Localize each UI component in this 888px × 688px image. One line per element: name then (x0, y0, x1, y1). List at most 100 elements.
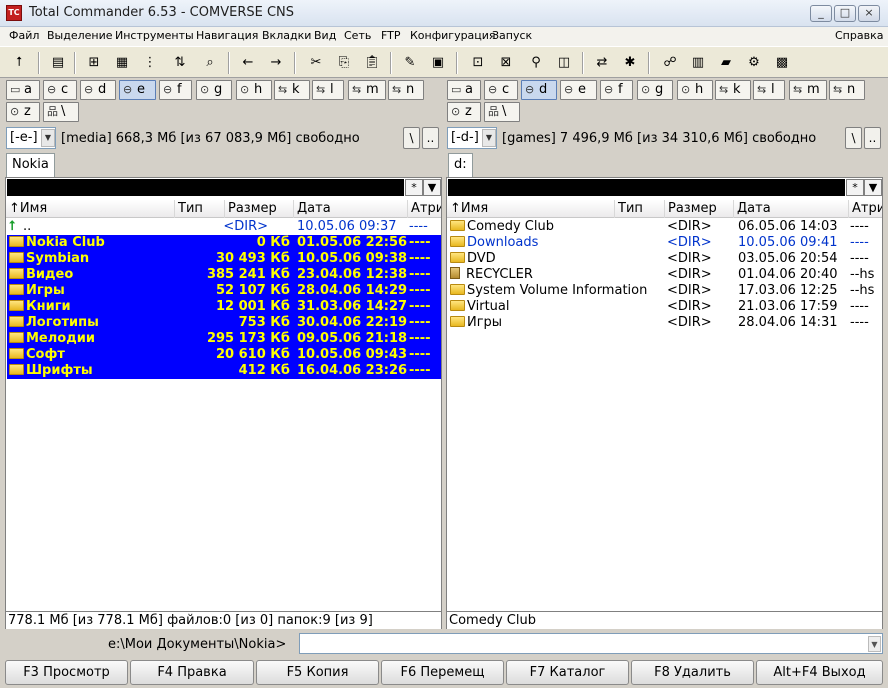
menu-help[interactable]: Справка (835, 29, 883, 42)
left-quick-filter[interactable] (7, 179, 404, 196)
pack-icon[interactable]: ⊡ (468, 53, 488, 73)
compare-icon[interactable]: ◫ (554, 53, 574, 73)
archive-icon[interactable]: ▣ (428, 53, 448, 73)
app-icon[interactable]: TC (6, 5, 22, 21)
tab-left-nokia[interactable]: Nokia (6, 153, 55, 177)
right-up-button[interactable]: .. (864, 127, 881, 149)
menu-start[interactable]: Запуск (492, 29, 532, 42)
column-type[interactable]: Тип (615, 200, 665, 218)
minimize-button[interactable]: _ (810, 5, 832, 22)
left-filter-button[interactable]: * (405, 179, 423, 196)
list-item[interactable]: Symbian 30 493 Кб 10.05.06 09:38 ---- (7, 251, 441, 267)
maximize-button[interactable]: □ (834, 5, 856, 22)
copy-icon[interactable]: ⎘ (334, 53, 354, 73)
left-drive-z[interactable]: ⊙ z (6, 102, 40, 122)
column-date[interactable]: Дата (294, 200, 408, 218)
left-root-button[interactable]: \ (403, 127, 420, 149)
list-item[interactable]: Софт 20 610 Кб 10.05.06 09:43 ---- (7, 347, 441, 363)
chevron-down-icon[interactable]: ▼ (868, 636, 881, 652)
right-drive-l[interactable]: ⇆ l (753, 80, 785, 100)
left-drive-e[interactable]: ⊖ e (119, 80, 156, 100)
right-drive-k[interactable]: ⇆ k (715, 80, 751, 100)
list-item[interactable]: System Volume Information <DIR> 17.03.06… (448, 283, 882, 299)
right-drive-n[interactable]: ⇆ n (829, 80, 865, 100)
right-drive-c[interactable]: ⊖ c (484, 80, 518, 100)
refresh-icon[interactable]: ⭡ (9, 53, 29, 73)
list-item[interactable]: Virtual <DIR> 21.03.06 17:59 ---- (448, 299, 882, 315)
chevron-down-icon[interactable]: ▼ (423, 179, 441, 196)
right-quick-filter[interactable] (448, 179, 845, 196)
tab-right-d[interactable]: d: (448, 153, 473, 177)
sort-icon[interactable]: ⇅ (170, 53, 190, 73)
right-drive-g[interactable]: ⊙ g (637, 80, 673, 100)
chevron-down-icon[interactable]: ▼ (864, 179, 882, 196)
search-icon[interactable]: ⚲ (526, 53, 546, 73)
list-item[interactable]: Логотипы 753 Кб 30.04.06 22:19 ---- (7, 315, 441, 331)
chevron-down-icon[interactable]: ▼ (482, 129, 496, 147)
command-line-input[interactable] (299, 633, 883, 654)
menu-view[interactable]: Вид (314, 29, 336, 42)
menu-tabs[interactable]: Вкладки (262, 29, 311, 42)
left-drive-a[interactable]: ▭ a (6, 80, 40, 100)
back-icon[interactable]: ← (238, 53, 258, 73)
left-drive-h[interactable]: ⊙ h (236, 80, 272, 100)
column-attr[interactable]: Атри (408, 200, 441, 218)
list-item[interactable]: RECYCLER <DIR> 01.04.06 20:40 --hs (448, 267, 882, 283)
right-drive-h[interactable]: ⊙ h (677, 80, 713, 100)
right-drive-f[interactable]: ⊖ f (600, 80, 633, 100)
f7-mkdir-button[interactable]: F7 Каталог (506, 660, 629, 685)
chevron-down-icon[interactable]: ▼ (41, 129, 55, 147)
book-icon[interactable]: ▰ (716, 53, 736, 73)
list-item-up[interactable]: ⭡.. <DIR> 10.05.06 09:37 ---- (7, 219, 441, 235)
right-drive-network[interactable]: 品 \ (484, 102, 520, 122)
menu-file[interactable]: Файл (9, 29, 39, 42)
f4-edit-button[interactable]: F4 Правка (130, 660, 254, 685)
menu-network[interactable]: Сеть (344, 29, 371, 42)
f8-delete-button[interactable]: F8 Удалить (631, 660, 754, 685)
left-drive-f[interactable]: ⊖ f (159, 80, 192, 100)
right-filter-button[interactable]: * (846, 179, 864, 196)
left-drive-l[interactable]: ⇆ l (312, 80, 344, 100)
notes-icon[interactable]: ▥ (688, 53, 708, 73)
column-name[interactable]: ↑Имя (447, 200, 615, 218)
list-item[interactable]: Шрифты 412 Кб 16.04.06 23:26 ---- (7, 363, 441, 379)
menu-ftp[interactable]: FTP (381, 29, 401, 42)
list-item[interactable]: Книги 12 001 Кб 31.03.06 14:27 ---- (7, 299, 441, 315)
column-type[interactable]: Тип (175, 200, 225, 218)
list-item[interactable]: Мелодии 295 173 Кб 09.05.06 21:18 ---- (7, 331, 441, 347)
menu-configuration[interactable]: Конфигурация (410, 29, 496, 42)
column-size[interactable]: Размер (665, 200, 734, 218)
column-name[interactable]: ↑Имя (6, 200, 175, 218)
close-button[interactable]: × (858, 5, 880, 22)
list-item[interactable]: Nokia Club 0 Кб 01.05.06 22:56 ---- (7, 235, 441, 251)
cut-icon[interactable]: ✂ (306, 53, 326, 73)
f6-move-button[interactable]: F6 Перемещ (381, 660, 504, 685)
list-item[interactable]: Видео 385 241 Кб 23.04.06 12:38 ---- (7, 267, 441, 283)
f5-copy-button[interactable]: F5 Копия (256, 660, 379, 685)
left-up-button[interactable]: .. (422, 127, 439, 149)
left-drive-d[interactable]: ⊖ d (80, 80, 116, 100)
right-drive-e[interactable]: ⊖ e (560, 80, 597, 100)
right-root-button[interactable]: \ (845, 127, 862, 149)
settings-icon[interactable]: ⚙ (744, 53, 764, 73)
list-item[interactable]: Comedy Club <DIR> 06.05.06 14:03 ---- (448, 219, 882, 235)
left-drive-k[interactable]: ⇆ k (274, 80, 310, 100)
find-icon[interactable]: ⌕ (200, 53, 220, 73)
left-drive-network[interactable]: 品 \ (43, 102, 79, 122)
view-mode-icon[interactable]: ▤ (48, 53, 68, 73)
tree-icon[interactable]: ⊞ (84, 53, 104, 73)
right-drive-a[interactable]: ▭ a (447, 80, 481, 100)
list-item[interactable]: Игры 52 107 Кб 28.04.06 14:29 ---- (7, 283, 441, 299)
exit-button[interactable]: Alt+F4 Выход (756, 660, 883, 685)
right-drive-d[interactable]: ⊖ d (521, 80, 557, 100)
branch-icon[interactable]: ⋮ (140, 53, 160, 73)
right-drive-z[interactable]: ⊙ z (447, 102, 481, 122)
right-drive-m[interactable]: ⇆ m (789, 80, 827, 100)
menu-tools[interactable]: Инструменты (115, 29, 194, 42)
forward-icon[interactable]: → (266, 53, 286, 73)
left-drive-n[interactable]: ⇆ n (388, 80, 424, 100)
list-item[interactable]: Downloads <DIR> 10.05.06 09:41 ---- (448, 235, 882, 251)
menu-navigation[interactable]: Навигация (196, 29, 258, 42)
sync-icon[interactable]: ⇄ (592, 53, 612, 73)
list-item[interactable]: DVD <DIR> 03.05.06 20:54 ---- (448, 251, 882, 267)
